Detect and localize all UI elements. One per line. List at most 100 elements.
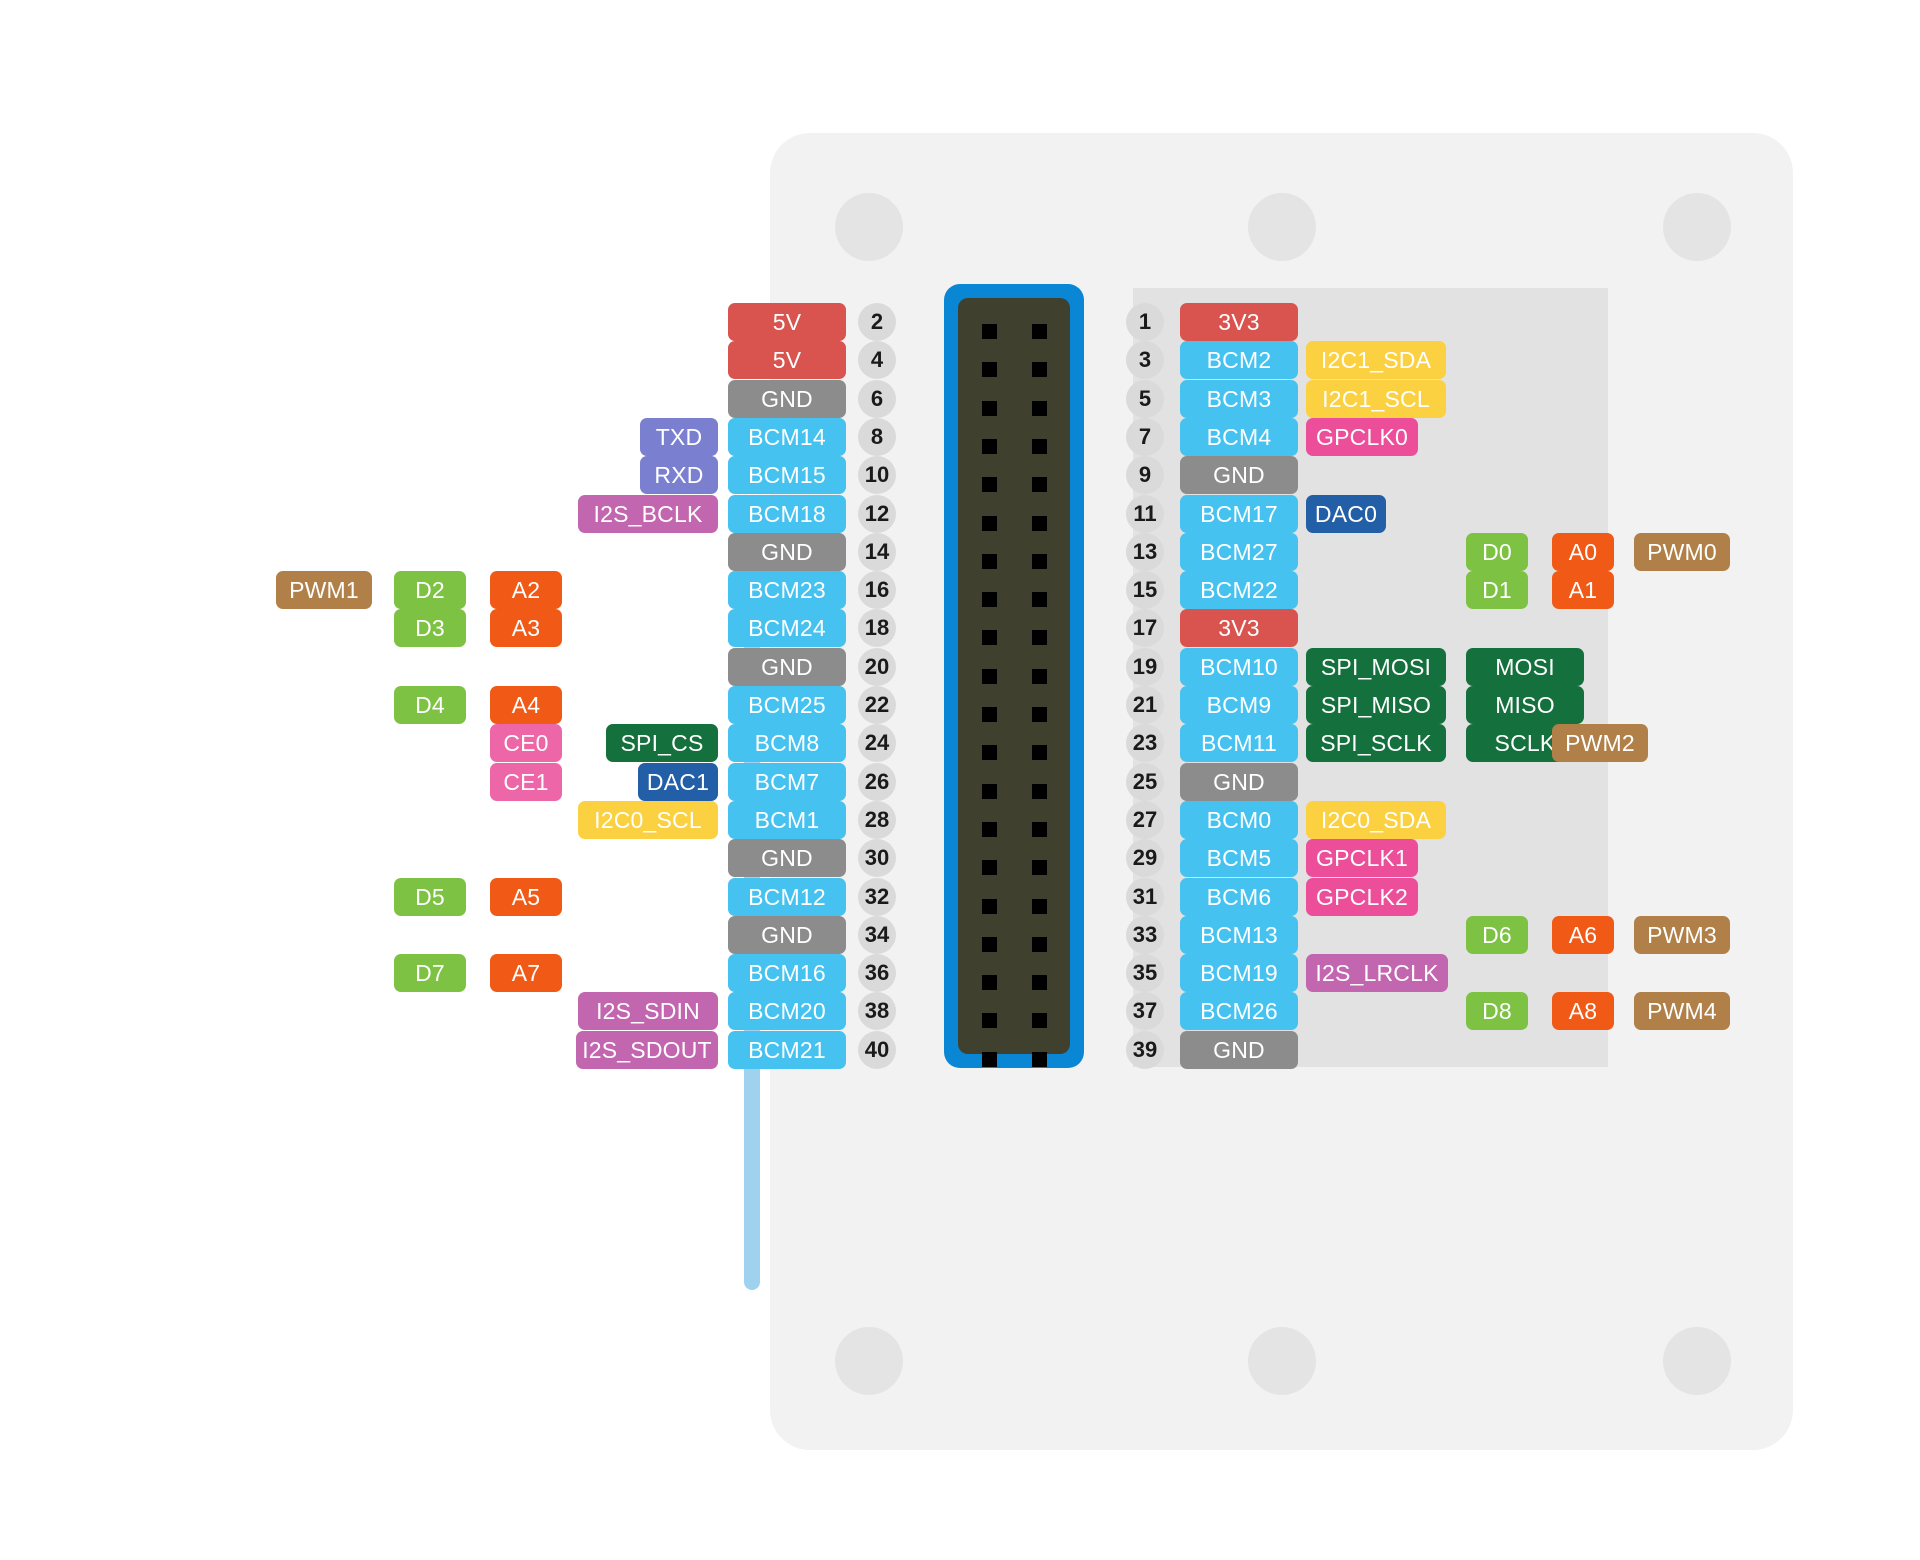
- pin-number-30: 30: [858, 839, 896, 878]
- header-pin: [982, 592, 997, 608]
- header-pin: [982, 783, 997, 799]
- pin-number-9: 9: [1126, 456, 1164, 495]
- right-alt-D8: D8: [1466, 992, 1528, 1031]
- header-pin: [1032, 898, 1047, 914]
- header-pin: [1032, 1051, 1047, 1067]
- right-bcm-GND: GND: [1180, 762, 1298, 801]
- header-pin: [1032, 630, 1047, 646]
- pin-number-11: 11: [1126, 494, 1164, 533]
- header-pin: [1032, 1013, 1047, 1029]
- left-alt-D3: D3: [394, 609, 466, 648]
- header-pin: [982, 745, 997, 761]
- header-pin: [982, 1051, 997, 1067]
- right-bcm-BCM3: BCM3: [1180, 379, 1298, 418]
- left-alt-A7: A7: [490, 954, 562, 993]
- left-bcm-GND: GND: [728, 379, 846, 418]
- pin-number-12: 12: [858, 494, 896, 533]
- right-bcm-BCM6: BCM6: [1180, 877, 1298, 916]
- header-pin: [982, 668, 997, 684]
- mounting-hole-top-middle: [1248, 193, 1316, 261]
- right-alt-A0: A0: [1552, 532, 1614, 571]
- left-alt-A2: A2: [490, 571, 562, 610]
- left-alt-D7: D7: [394, 954, 466, 993]
- left-alt-D2: D2: [394, 571, 466, 610]
- header-pin: [982, 400, 997, 416]
- right-bcm-GND: GND: [1180, 1030, 1298, 1069]
- left-alt-I2S_SDIN: I2S_SDIN: [578, 992, 718, 1031]
- pin-number-33: 33: [1126, 915, 1164, 954]
- left-bcm-BCM25: BCM25: [728, 686, 846, 724]
- pin-number-15: 15: [1126, 571, 1164, 610]
- left-alt-A4: A4: [490, 686, 562, 724]
- left-bcm-BCM20: BCM20: [728, 992, 846, 1031]
- header-pin: [1032, 477, 1047, 493]
- header-pin: [1032, 745, 1047, 761]
- right-alt-A8: A8: [1552, 992, 1614, 1031]
- right-alt-SPI_MISO: SPI_MISO: [1306, 686, 1446, 724]
- left-bcm-BCM18: BCM18: [728, 494, 846, 533]
- header-pin: [1032, 821, 1047, 837]
- pin-number-2: 2: [858, 303, 896, 341]
- right-alt-D6: D6: [1466, 915, 1528, 954]
- header-pin: [1032, 707, 1047, 722]
- header-pin: [1032, 515, 1047, 531]
- header-pin: [1032, 936, 1047, 952]
- left-alt-I2S_SDOUT: I2S_SDOUT: [576, 1030, 718, 1069]
- pin-number-19: 19: [1126, 647, 1164, 686]
- left-bcm-GND: GND: [728, 647, 846, 686]
- right-alt-DAC0: DAC0: [1306, 494, 1386, 533]
- left-alt-A5: A5: [490, 877, 562, 916]
- right-bcm-BCM27: BCM27: [1180, 532, 1298, 571]
- header-pin: [1032, 975, 1047, 991]
- pin-number-16: 16: [858, 571, 896, 610]
- gpio-pinout-diagram: 5V 2 5V 4 GND 6 BCM14 8 TXD BCM15 10 RXD BCM18 12 I2S_…: [0, 0, 1920, 1560]
- right-alt-SPI_MOSI: SPI_MOSI: [1306, 647, 1446, 686]
- left-alt-CE1: CE1: [490, 762, 562, 801]
- left-alt-I2S_BCLK: I2S_BCLK: [578, 494, 718, 533]
- header-pin: [1032, 438, 1047, 454]
- header-pin: [1032, 324, 1047, 339]
- right-alt-PWM4: PWM4: [1634, 992, 1730, 1031]
- pin-number-7: 7: [1126, 417, 1164, 456]
- mounting-hole-bottom-left: [835, 1327, 903, 1395]
- pin-number-10: 10: [858, 456, 896, 495]
- pin-number-6: 6: [858, 379, 896, 418]
- right-alt-GPCLK0: GPCLK0: [1306, 417, 1418, 456]
- left-bcm-BCM8: BCM8: [728, 724, 846, 763]
- header-pin: [1032, 553, 1047, 569]
- pin-number-31: 31: [1126, 877, 1164, 916]
- left-alt-D4: D4: [394, 686, 466, 724]
- left-alt-I2C0_SCL: I2C0_SCL: [578, 800, 718, 839]
- gpio-header-shroud: [944, 284, 1084, 1068]
- right-alt-A1: A1: [1552, 571, 1614, 610]
- pin-number-25: 25: [1126, 762, 1164, 801]
- pin-number-8: 8: [858, 417, 896, 456]
- right-alt-D1: D1: [1466, 571, 1528, 610]
- header-pin: [982, 553, 997, 569]
- right-alt-I2C1_SCL: I2C1_SCL: [1306, 379, 1446, 418]
- mounting-hole-top-left: [835, 193, 903, 261]
- right-bcm-GND: GND: [1180, 456, 1298, 495]
- right-bcm-3V3: 3V3: [1180, 609, 1298, 648]
- pin-number-14: 14: [858, 532, 896, 571]
- pin-number-40: 40: [858, 1030, 896, 1069]
- left-alt-SPI_CS: SPI_CS: [606, 724, 718, 763]
- pin-number-35: 35: [1126, 954, 1164, 993]
- mounting-hole-bottom-right: [1663, 1327, 1731, 1395]
- left-bcm-BCM15: BCM15: [728, 456, 846, 495]
- right-bcm-BCM22: BCM22: [1180, 571, 1298, 610]
- left-bcm-5V: 5V: [728, 303, 846, 341]
- right-bcm-BCM26: BCM26: [1180, 992, 1298, 1031]
- right-alt-GPCLK2: GPCLK2: [1306, 877, 1418, 916]
- pin-number-32: 32: [858, 877, 896, 916]
- right-alt-A6: A6: [1552, 915, 1614, 954]
- right-alt-D0: D0: [1466, 532, 1528, 571]
- left-alt-A3: A3: [490, 609, 562, 648]
- right-alt-MISO: MISO: [1466, 686, 1584, 724]
- right-alt-I2S_LRCLK: I2S_LRCLK: [1306, 954, 1448, 993]
- right-bcm-BCM11: BCM11: [1180, 724, 1298, 763]
- header-pin: [1032, 592, 1047, 608]
- left-bcm-BCM23: BCM23: [728, 571, 846, 610]
- gpio-header-body: [958, 298, 1070, 1067]
- pin-number-34: 34: [858, 915, 896, 954]
